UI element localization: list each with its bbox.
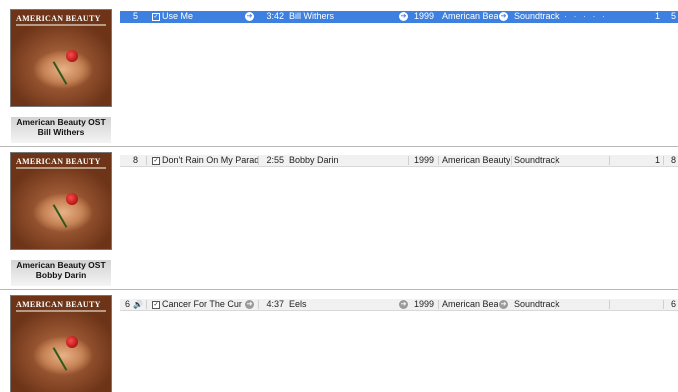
caption-artist: Bill Withers [37,127,85,137]
track-album: American Bea... [442,11,498,21]
track-extra: 5 [671,11,677,21]
album-art-title: AMERICAN BEAUTY [16,157,101,166]
checkbox-icon[interactable]: ✓ [152,157,160,165]
track-genre: Soundtrack [514,299,560,309]
rose-graphic [66,50,78,62]
track-row[interactable]: 5 ✓ Use Me ➔ 3:42 Bill Withers ➔ 1999 Am… [120,11,678,23]
track-year: 1999 [414,11,435,21]
track-row[interactable]: 8 ✓ Don't Rain On My Parade 2:55 Bobby D… [120,155,678,167]
track-name: Use Me [162,11,194,21]
album-art[interactable]: AMERICAN BEAUTY [11,10,111,106]
rose-graphic [66,193,78,205]
track-name: Don't Rain On My Parade [162,155,258,165]
track-number: 5 [132,11,138,21]
go-arrow-icon[interactable]: ➔ [399,12,408,21]
track-year: 1999 [414,155,435,165]
track-extra: 6 [671,299,677,309]
track-album: American Bea... [442,299,498,309]
track-genre: Soundtrack [514,11,560,21]
rose-graphic [66,336,78,348]
track-plays: 1 [654,11,660,21]
caption-artist: Bobby Darin [35,270,87,280]
album-group-1: AMERICAN BEAUTY American Beauty OST Bill… [0,0,678,146]
go-arrow-icon[interactable]: ➔ [499,12,508,21]
caption-album: American Beauty OST [16,260,106,270]
album-group-2: AMERICAN BEAUTY American Beauty OST Bobb… [0,147,678,289]
track-number: 6 [124,299,130,309]
track-artist: Bobby Darin [289,155,339,165]
album-art-title: AMERICAN BEAUTY [16,14,101,23]
checkbox-icon[interactable]: ✓ [152,301,160,309]
track-row[interactable]: 6 🔊 ✓ Cancer For The Cure ➔ 4:37 Eels ➔ … [120,299,678,311]
track-time: 3:42 [266,11,284,21]
track-album: American Beauty... [442,155,510,165]
track-artist: Bill Withers [289,11,335,21]
album-art[interactable]: AMERICAN BEAUTY [11,153,111,249]
track-time: 4:37 [266,299,284,309]
speaker-icon: 🔊 [133,300,143,309]
track-number: 8 [132,155,138,165]
track-year: 1999 [414,299,435,309]
track-time: 2:55 [266,155,284,165]
rating-dots[interactable]: · · · · · [564,11,607,22]
album-art-title: AMERICAN BEAUTY [16,300,101,309]
track-name: Cancer For The Cure [162,299,242,309]
go-arrow-icon[interactable]: ➔ [245,12,254,21]
go-arrow-icon[interactable]: ➔ [499,300,508,309]
caption-album: American Beauty OST [16,117,106,127]
album-group-3: AMERICAN BEAUTY 6 🔊 ✓ Cancer For The Cur… [0,290,678,392]
album-art[interactable]: AMERICAN BEAUTY [11,296,111,392]
track-plays: 1 [654,155,660,165]
go-arrow-icon[interactable]: ➔ [399,300,408,309]
go-arrow-icon[interactable]: ➔ [245,300,254,309]
checkbox-icon[interactable]: ✓ [152,13,160,21]
album-caption: American Beauty OST Bill Withers [11,117,111,143]
track-genre: Soundtrack [514,155,560,165]
track-artist: Eels [289,299,307,309]
album-caption: American Beauty OST Bobby Darin [11,260,111,286]
track-extra: 8 [671,155,677,165]
